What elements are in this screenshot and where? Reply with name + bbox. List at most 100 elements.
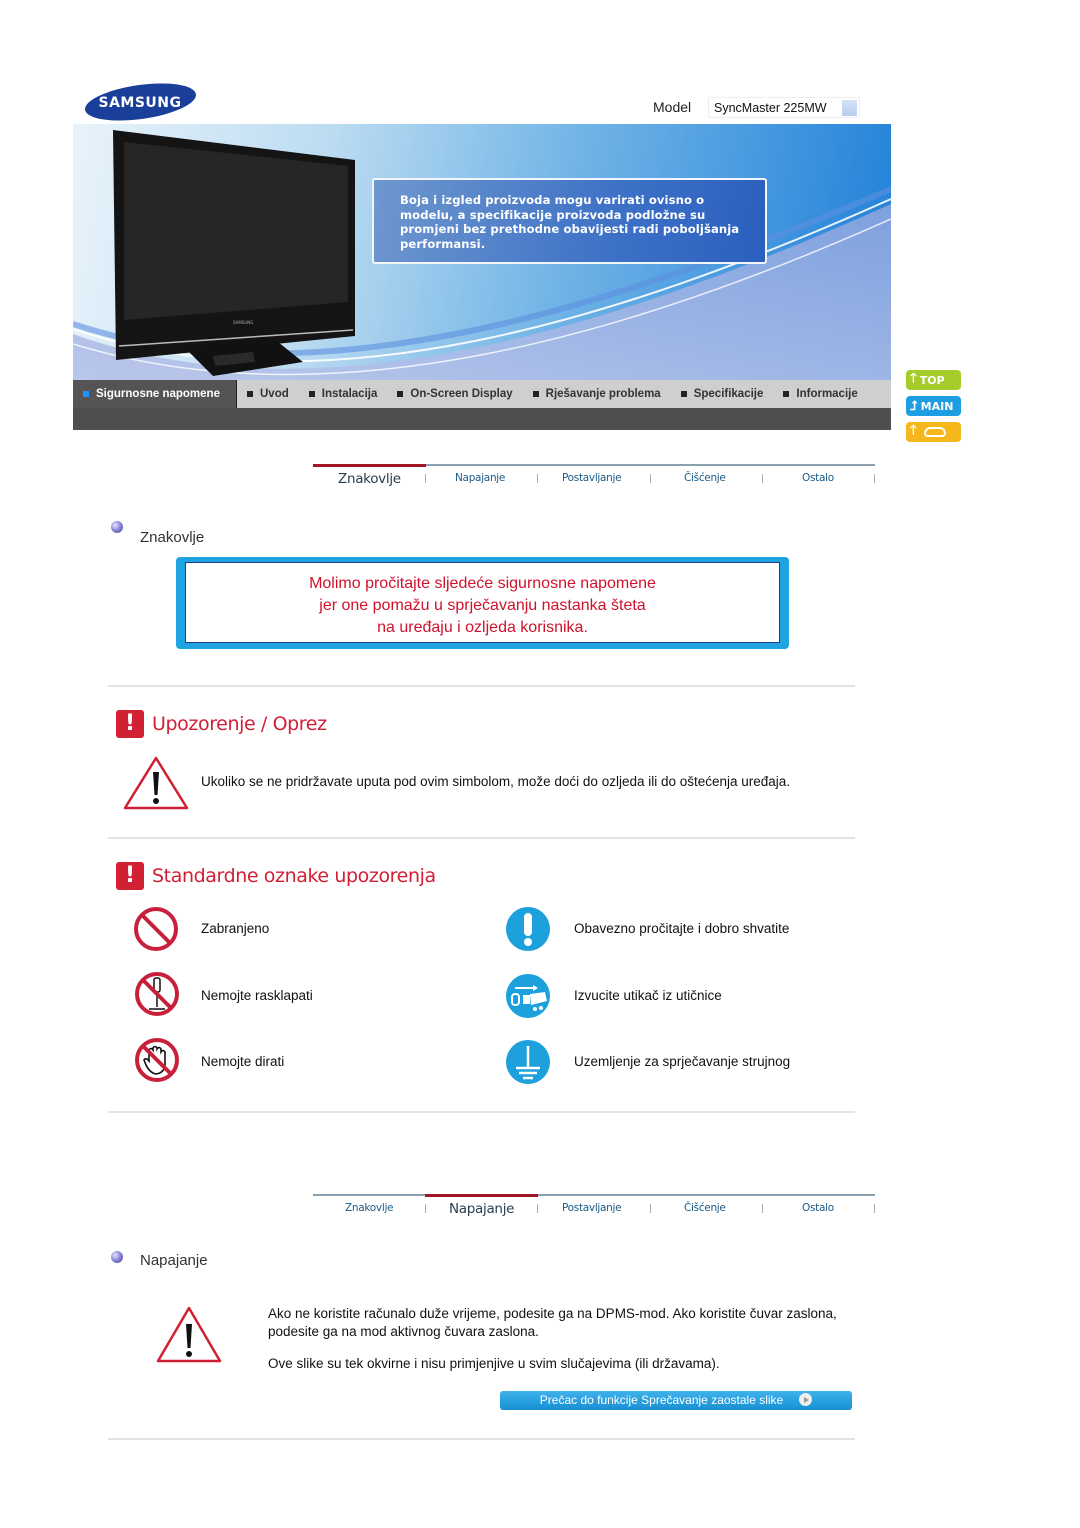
banner-notice: Boja i izgled proizvoda mogu varirati ov… bbox=[372, 178, 767, 264]
main-button[interactable]: ⮥ MAIN bbox=[906, 396, 961, 416]
tab-ostalo[interactable]: Ostalo bbox=[802, 1202, 834, 1214]
svg-text:SAMSUNG: SAMSUNG bbox=[98, 95, 181, 111]
nav-item-rjesavanje-problema[interactable]: Rješavanje problema bbox=[523, 380, 671, 408]
tab-ostalo[interactable]: Ostalo bbox=[802, 472, 834, 484]
section-title-znakovlje: Znakovlje bbox=[140, 529, 205, 546]
notice-line: promjeni bez prethodne obavijesti radi p… bbox=[400, 222, 740, 236]
sub-nav-bar bbox=[73, 408, 891, 430]
tab-separator bbox=[537, 1204, 538, 1213]
symbol-label: Obavezno pročitajte i dobro shvatite bbox=[574, 921, 790, 936]
section-tabs: Znakovlje Napajanje Postavljanje Čišćenj… bbox=[313, 464, 875, 494]
top-label: TOP bbox=[919, 373, 945, 387]
tab-postavljanje[interactable]: Postavljanje bbox=[562, 472, 622, 484]
tab-separator bbox=[537, 474, 538, 483]
nav-label: On-Screen Display bbox=[410, 388, 513, 400]
tab-ciscenje[interactable]: Čišćenje bbox=[684, 472, 726, 484]
tab-separator bbox=[874, 1204, 875, 1213]
section-title-napajanje: Napajanje bbox=[140, 1252, 208, 1269]
active-tab-indicator bbox=[313, 464, 426, 467]
nav-item-sigurnosne-napomene[interactable]: Sigurnosne napomene bbox=[73, 380, 237, 408]
power-text: Ako ne koristite računalo duže vrijeme, … bbox=[268, 1306, 837, 1339]
notice-line: modelu, a specifikacije proizvoda podlož… bbox=[400, 207, 706, 222]
model-select[interactable]: SyncMaster 225MW bbox=[708, 97, 860, 118]
bullet-icon bbox=[83, 391, 89, 397]
divider bbox=[108, 1438, 855, 1440]
notice-line: performansi. bbox=[400, 236, 486, 251]
tab-separator bbox=[874, 474, 875, 483]
symbol-label: Nemojte dirati bbox=[201, 1054, 285, 1069]
info-line: Molimo pročitajte sljedeće sigurnosne na… bbox=[309, 575, 656, 592]
tab-znakovlje[interactable]: Znakovlje bbox=[338, 471, 401, 487]
book-icon bbox=[923, 427, 946, 437]
power-note: Ove slike su tek okvirne i nisu primjenj… bbox=[268, 1356, 720, 1371]
tab-ciscenje[interactable]: Čišćenje bbox=[684, 1202, 726, 1214]
main-label: MAIN bbox=[920, 399, 954, 413]
warning-triangle-icon bbox=[123, 756, 189, 810]
bullet-icon bbox=[397, 391, 404, 397]
cta-label: Prečac do funkcije Sprečavanje zaostale … bbox=[539, 1393, 784, 1407]
nav-label: Uvod bbox=[260, 388, 289, 400]
divider bbox=[108, 685, 855, 687]
divider bbox=[108, 837, 855, 839]
bullet-icon bbox=[247, 391, 253, 397]
nav-item-on-screen-display[interactable]: On-Screen Display bbox=[387, 380, 522, 408]
safety-info-box: Molimo pročitajte sljedeće sigurnosne na… bbox=[176, 557, 789, 649]
tab-napajanje[interactable]: Napajanje bbox=[455, 472, 505, 484]
warning-heading-text: Upozorenje / Oprez bbox=[152, 713, 327, 735]
notice-line: Boja i izgled proizvoda mogu varirati ov… bbox=[400, 193, 705, 207]
section-tabs: Znakovlje Napajanje Postavljanje Čišćenj… bbox=[313, 1194, 875, 1224]
info-line: na uređaju i ozljeda korisnika. bbox=[377, 619, 588, 636]
prohibited-icon bbox=[134, 907, 178, 951]
standard-warnings-heading: ! Standardne oznake upozorenja bbox=[116, 862, 436, 890]
tab-separator bbox=[762, 1204, 763, 1213]
tab-znakovlje[interactable]: Znakovlje bbox=[345, 1202, 394, 1214]
info-line: jer one pomažu u sprječavanju nastanka š… bbox=[319, 597, 646, 614]
symbol-label: Zabranjeno bbox=[201, 921, 270, 936]
ground-icon bbox=[506, 1040, 550, 1084]
no-touch-icon bbox=[135, 1038, 179, 1082]
nav-item-informacije[interactable]: Informacije bbox=[773, 380, 867, 408]
no-disassemble-icon bbox=[135, 972, 179, 1016]
symbol-label: Izvucite utikač iz utičnice bbox=[574, 988, 722, 1003]
warning-heading: ! Upozorenje / Oprez bbox=[116, 710, 327, 738]
svg-text:SAMSUNG: SAMSUNG bbox=[233, 320, 253, 325]
arrow-up-icon: 🡑 bbox=[910, 371, 917, 386]
main-nav: Sigurnosne napomene Uvod Instalacija On-… bbox=[73, 380, 891, 408]
unplug-icon bbox=[506, 974, 550, 1018]
section-bullet-icon bbox=[111, 521, 123, 533]
must-read-icon bbox=[506, 907, 550, 951]
top-button[interactable]: 🡑 TOP bbox=[906, 370, 961, 390]
samsung-logo[interactable]: SAMSUNG bbox=[83, 82, 198, 122]
model-label: Model bbox=[653, 99, 692, 115]
play-icon bbox=[799, 1393, 813, 1406]
nav-label: Sigurnosne napomene bbox=[96, 388, 220, 400]
nav-item-instalacija[interactable]: Instalacija bbox=[299, 380, 388, 408]
active-tab-indicator bbox=[425, 1194, 538, 1197]
exclamation-icon: ! bbox=[116, 862, 144, 890]
bullet-icon bbox=[308, 391, 315, 397]
nav-item-uvod[interactable]: Uvod bbox=[237, 380, 299, 408]
nav-label: Specifikacije bbox=[693, 388, 764, 400]
warning-triangle-icon bbox=[156, 1306, 222, 1363]
nav-item-specifikacije[interactable]: Specifikacije bbox=[671, 380, 774, 408]
nav-label: Informacije bbox=[796, 388, 858, 400]
section-bullet-icon bbox=[111, 1251, 123, 1263]
nav-label: Rješavanje problema bbox=[545, 388, 661, 400]
tab-napajanje[interactable]: Napajanje bbox=[449, 1201, 514, 1217]
tab-separator bbox=[425, 1204, 426, 1213]
dropdown-icon[interactable] bbox=[842, 100, 857, 116]
tab-separator bbox=[425, 474, 426, 483]
arrow-up-icon: 🡑 bbox=[910, 423, 917, 438]
tab-postavljanje[interactable]: Postavljanje bbox=[562, 1202, 622, 1214]
warning-text: Ukoliko se ne pridržavate uputa pod ovim… bbox=[201, 774, 791, 789]
bullet-icon bbox=[783, 391, 790, 397]
exclamation-icon: ! bbox=[116, 710, 144, 738]
bullet-icon bbox=[532, 391, 539, 397]
tab-separator bbox=[650, 1204, 651, 1213]
symbol-label: Nemojte rasklapati bbox=[201, 988, 313, 1003]
image-retention-shortcut-button[interactable]: Prečac do funkcije Sprečavanje zaostale … bbox=[500, 1391, 852, 1410]
arrow-turn-icon: ⮥ bbox=[910, 398, 918, 414]
model-value: SyncMaster 225MW bbox=[714, 101, 827, 115]
book-button[interactable]: 🡑 bbox=[906, 422, 961, 442]
nav-label: Instalacija bbox=[321, 388, 378, 400]
